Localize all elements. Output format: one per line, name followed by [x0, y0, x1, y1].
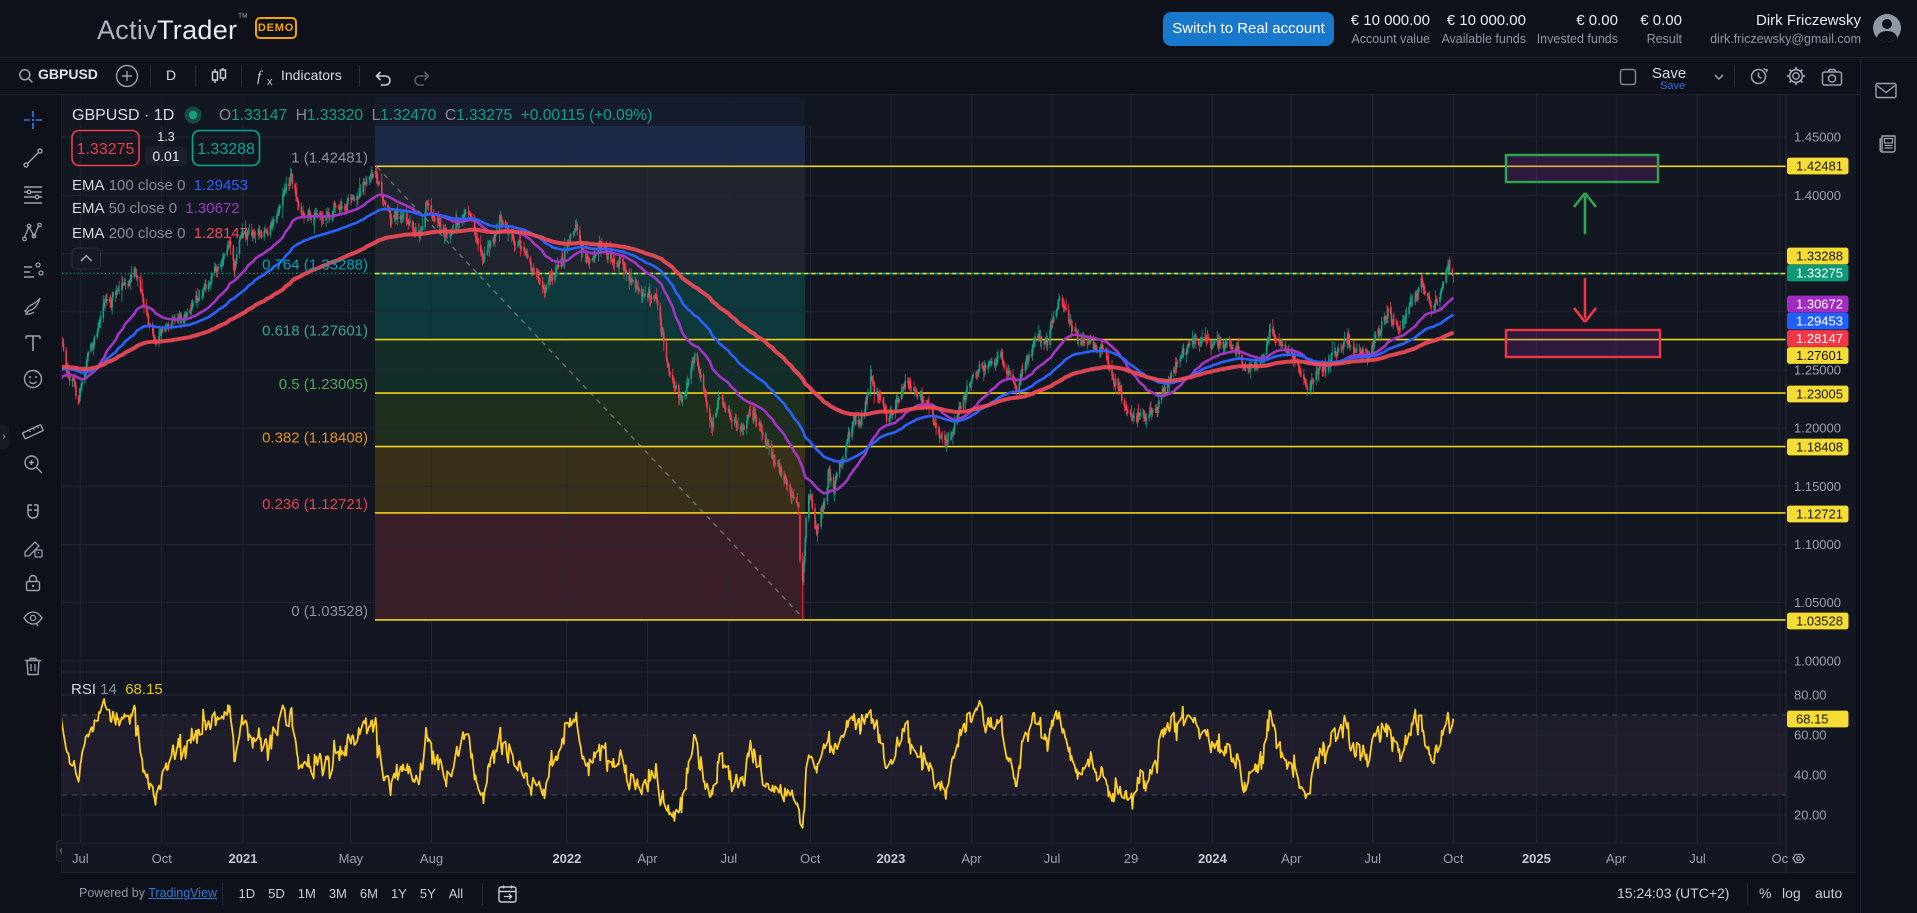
svg-text:0.236 (1.12721): 0.236 (1.12721): [262, 496, 368, 513]
svg-text:Apr: Apr: [637, 851, 658, 866]
svg-text:Oct: Oct: [1443, 851, 1464, 866]
svg-text:1.00000: 1.00000: [1794, 653, 1841, 668]
svg-text:68.15: 68.15: [1796, 712, 1829, 727]
svg-text:1.28147: 1.28147: [1796, 331, 1843, 346]
svg-text:EMA 200 close 0 1.28147: EMA 200 close 0 1.28147: [72, 225, 248, 242]
svg-text:Aug: Aug: [420, 851, 443, 866]
svg-text:2022: 2022: [552, 851, 581, 866]
svg-text:0.764 (1.33288): 0.764 (1.33288): [262, 256, 368, 273]
svg-text:EMA 50 close 0 1.30672: EMA 50 close 0 1.30672: [72, 200, 240, 217]
svg-text:2024: 2024: [1198, 851, 1228, 866]
svg-text:1.3: 1.3: [157, 130, 174, 144]
svg-text:1.42481: 1.42481: [1796, 159, 1843, 174]
svg-text:O1.33147 H1.33320 L1.32470: O1.33147 H1.33320 L1.32470 C1.33275 +0.0…: [219, 107, 652, 124]
svg-text:Jul: Jul: [1044, 851, 1061, 866]
svg-text:1.40000: 1.40000: [1794, 188, 1841, 203]
svg-text:Oct: Oct: [800, 851, 821, 866]
svg-text:80.00: 80.00: [1794, 688, 1827, 703]
svg-text:20.00: 20.00: [1794, 808, 1827, 823]
svg-text:0.618 (1.27601): 0.618 (1.27601): [262, 323, 368, 340]
svg-text:RSI 14 68.15: RSI 14 68.15: [71, 681, 163, 698]
svg-text:2021: 2021: [229, 851, 258, 866]
svg-text:2025: 2025: [1522, 851, 1551, 866]
svg-text:May: May: [339, 851, 364, 866]
svg-text:Jul: Jul: [1364, 851, 1381, 866]
svg-text:1.12721: 1.12721: [1796, 507, 1843, 522]
svg-text:1.33275: 1.33275: [77, 141, 135, 158]
svg-text:1.18408: 1.18408: [1796, 440, 1843, 455]
svg-text:1 (1.42481): 1 (1.42481): [291, 149, 368, 166]
svg-text:GBPUSD · 1D: GBPUSD · 1D: [72, 107, 174, 124]
svg-text:Oct: Oct: [152, 851, 173, 866]
svg-text:0.382 (1.18408): 0.382 (1.18408): [262, 430, 368, 447]
svg-text:Jul: Jul: [721, 851, 738, 866]
svg-text:Jul: Jul: [1689, 851, 1706, 866]
svg-text:1.29453: 1.29453: [1796, 314, 1843, 329]
svg-text:1.10000: 1.10000: [1794, 537, 1841, 552]
svg-text:1.03528: 1.03528: [1796, 614, 1843, 629]
svg-text:Apr: Apr: [1606, 851, 1627, 866]
svg-text:Apr: Apr: [1281, 851, 1302, 866]
svg-text:1.33288: 1.33288: [1796, 249, 1843, 264]
svg-text:1.30672: 1.30672: [1796, 297, 1843, 312]
svg-text:Oc: Oc: [1771, 851, 1788, 866]
svg-text:0.01: 0.01: [152, 148, 179, 164]
svg-text:Apr: Apr: [961, 851, 982, 866]
svg-text:0 (1.03528): 0 (1.03528): [291, 603, 368, 620]
svg-text:Jul: Jul: [72, 851, 89, 866]
svg-text:1.33288: 1.33288: [197, 141, 255, 158]
svg-text:60.00: 60.00: [1794, 728, 1827, 743]
svg-text:1.25000: 1.25000: [1794, 363, 1841, 378]
svg-text:f: f: [257, 69, 263, 85]
svg-text:1.05000: 1.05000: [1794, 595, 1841, 610]
svg-text:1.23005: 1.23005: [1796, 387, 1843, 402]
svg-text:x: x: [267, 76, 273, 87]
svg-text:40.00: 40.00: [1794, 768, 1827, 783]
svg-text:29: 29: [1124, 851, 1138, 866]
svg-text:1.33275: 1.33275: [1796, 266, 1843, 281]
svg-text:1.27601: 1.27601: [1796, 348, 1843, 363]
svg-text:EMA 100 close 0 1.29453: EMA 100 close 0 1.29453: [72, 177, 248, 194]
svg-text:1.15000: 1.15000: [1794, 479, 1841, 494]
svg-text:1.45000: 1.45000: [1794, 130, 1841, 145]
svg-text:1.20000: 1.20000: [1794, 421, 1841, 436]
svg-text:0.5 (1.23005): 0.5 (1.23005): [279, 376, 368, 393]
svg-text:2023: 2023: [876, 851, 905, 866]
